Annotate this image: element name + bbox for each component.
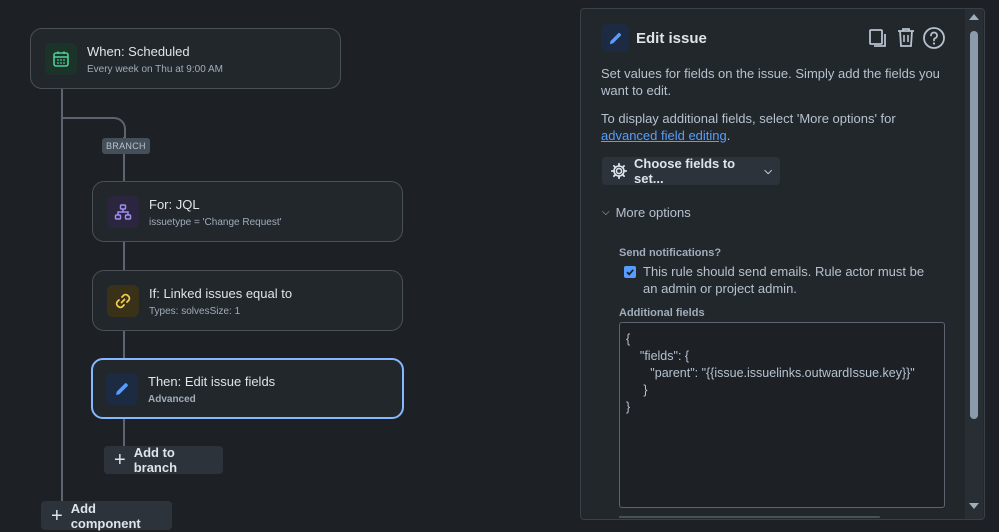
chevron-down-icon: ⌵ <box>602 207 610 218</box>
connector-main <box>61 88 63 516</box>
scroll-up-arrow-icon[interactable] <box>969 14 979 20</box>
add-component-button[interactable]: + Add component <box>41 500 172 531</box>
plus-icon: + <box>51 504 63 527</box>
hierarchy-icon <box>107 196 139 228</box>
branch-badge: BRANCH <box>102 138 150 154</box>
choose-fields-label: Choose fields to set... <box>634 156 736 186</box>
edit-issue-panel: Edit issue Set values for fields on the … <box>580 8 985 520</box>
more-options-label: More options <box>615 205 691 220</box>
calendar-icon <box>45 43 77 75</box>
condition-card-subtitle: Types: solvesSize: 1 <box>149 306 241 317</box>
scroll-down-arrow-icon[interactable] <box>969 503 979 509</box>
edit-issue-icon <box>601 24 629 52</box>
choose-fields-dropdown[interactable]: Choose fields to set... ⌵ <box>602 156 780 186</box>
trash-icon[interactable] <box>895 26 917 48</box>
helper-text-cutoff <box>619 514 945 519</box>
editor-line: } <box>626 400 631 414</box>
editor-line: "fields": { <box>626 349 690 363</box>
more-options-toggle[interactable]: ⌵ More options <box>602 205 691 220</box>
send-notifications-checkbox[interactable] <box>624 266 636 278</box>
gear-icon <box>610 162 628 180</box>
send-notifications-text: This rule should send emails. Rule actor… <box>643 264 925 296</box>
additional-fields-label: Additional fields <box>619 307 705 319</box>
add-component-label: Add component <box>70 500 141 531</box>
trigger-subtitle: Every week on Thu at 9:00 AM <box>87 64 224 75</box>
hint-period: . <box>726 128 731 143</box>
trigger-title: When: Scheduled <box>87 44 190 59</box>
panel-title: Edit issue <box>636 30 707 47</box>
action-card-subtitle: Advanced <box>148 394 196 405</box>
jql-card-title: For: JQL <box>149 197 200 212</box>
panel-description: Set values for fields on the issue. Simp… <box>601 66 940 98</box>
condition-card-title: If: Linked issues equal to <box>149 286 293 301</box>
editor-line: "parent": "{{issue.issuelinks.outwardIss… <box>626 366 915 380</box>
link-icon <box>107 285 139 317</box>
send-notifications-label: Send notifications? <box>619 247 722 259</box>
chevron-down-icon: ⌵ <box>764 165 772 177</box>
jql-branch-card[interactable]: For: JQL issuetype = 'Change Request' <box>92 181 403 242</box>
editor-line: } <box>626 383 648 397</box>
action-card-title: Then: Edit issue fields <box>148 374 276 389</box>
jql-card-subtitle: issuetype = 'Change Request' <box>149 217 282 228</box>
help-icon[interactable] <box>922 26 946 50</box>
condition-card[interactable]: If: Linked issues equal to Types: solves… <box>92 270 403 331</box>
additional-fields-editor[interactable]: { "fields": { "parent": "{{issue.issueli… <box>619 322 945 508</box>
scrollbar-thumb[interactable] <box>970 31 978 419</box>
advanced-editing-hint: To display additional fields, select 'Mo… <box>601 110 951 144</box>
branch-connector <box>62 117 126 139</box>
add-to-branch-button[interactable]: + Add to branch <box>104 445 223 475</box>
add-to-branch-label: Add to branch <box>133 445 178 475</box>
duplicate-icon[interactable] <box>867 27 889 49</box>
editor-line: { <box>626 332 631 346</box>
plus-icon: + <box>114 449 126 471</box>
trigger-card[interactable]: When: Scheduled Every week on Thu at 9:0… <box>30 28 341 89</box>
advanced-field-editing-link[interactable]: advanced field editing <box>601 128 727 143</box>
hint-text: To display additional fields, select 'Mo… <box>601 111 896 126</box>
action-card[interactable]: Then: Edit issue fields Advanced <box>91 358 404 419</box>
pencil-icon <box>106 373 138 405</box>
